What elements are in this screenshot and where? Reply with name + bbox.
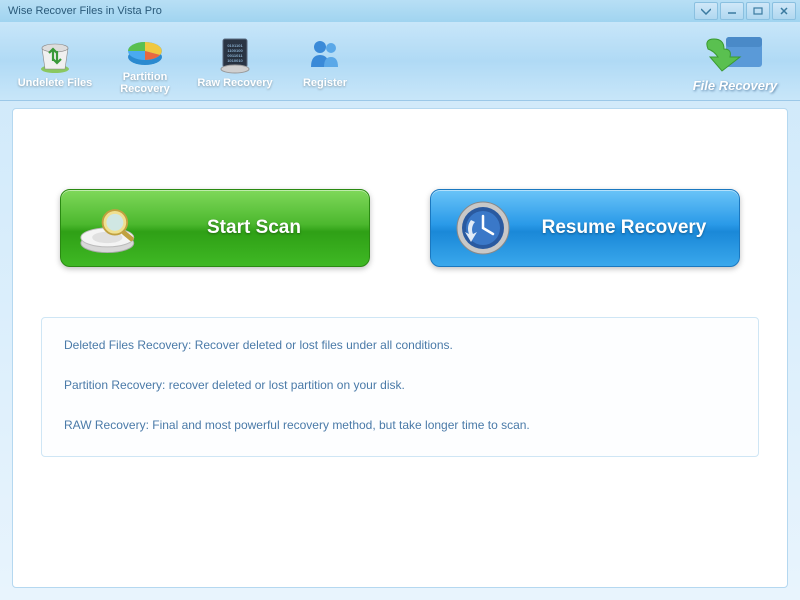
minimize-button[interactable] xyxy=(720,2,744,20)
partition-recovery-button[interactable]: Partition Recovery xyxy=(100,27,190,95)
info-line: RAW Recovery: Final and most powerful re… xyxy=(64,416,736,434)
undelete-files-button[interactable]: Undelete Files xyxy=(10,33,100,89)
start-scan-label: Start Scan xyxy=(157,217,351,239)
binary-disk-icon: 0101101 1100100 0011011 1010010 xyxy=(214,33,256,75)
toolbar-label: Undelete Files xyxy=(10,77,100,89)
close-button[interactable] xyxy=(772,2,796,20)
svg-text:1010010: 1010010 xyxy=(227,58,243,63)
window-title: Wise Recover Files in Vista Pro xyxy=(4,5,692,17)
pie-chart-icon xyxy=(124,27,166,69)
app-logo: File Recovery xyxy=(680,29,790,93)
clock-restore-icon xyxy=(449,198,517,258)
logo-label: File Recovery xyxy=(680,78,790,93)
content-panel: Start Scan Resume Recovery Deleted Files… xyxy=(12,108,788,588)
drive-search-icon xyxy=(79,198,147,258)
register-button[interactable]: Register xyxy=(280,33,370,89)
settings-button[interactable] xyxy=(694,2,718,20)
info-line: Partition Recovery: recover deleted or l… xyxy=(64,376,736,394)
toolbar-label: Register xyxy=(280,77,370,89)
info-box: Deleted Files Recovery: Recover deleted … xyxy=(41,317,759,457)
recycle-bin-icon xyxy=(34,33,76,75)
resume-recovery-label: Resume Recovery xyxy=(527,217,721,239)
raw-recovery-button[interactable]: 0101101 1100100 0011011 1010010 Raw Reco… xyxy=(190,33,280,89)
maximize-button[interactable] xyxy=(746,2,770,20)
start-scan-button[interactable]: Start Scan xyxy=(60,189,370,267)
app-window: Wise Recover Files in Vista Pro Undelete… xyxy=(0,0,800,600)
toolbar: Undelete Files Partition Recovery 010110… xyxy=(0,22,800,101)
resume-recovery-button[interactable]: Resume Recovery xyxy=(430,189,740,267)
titlebar: Wise Recover Files in Vista Pro xyxy=(0,0,800,22)
toolbar-label: Partition Recovery xyxy=(100,71,190,95)
toolbar-label: Raw Recovery xyxy=(190,77,280,89)
info-line: Deleted Files Recovery: Recover deleted … xyxy=(64,336,736,354)
main-buttons-row: Start Scan Resume Recovery xyxy=(13,109,787,307)
users-icon xyxy=(304,33,346,75)
